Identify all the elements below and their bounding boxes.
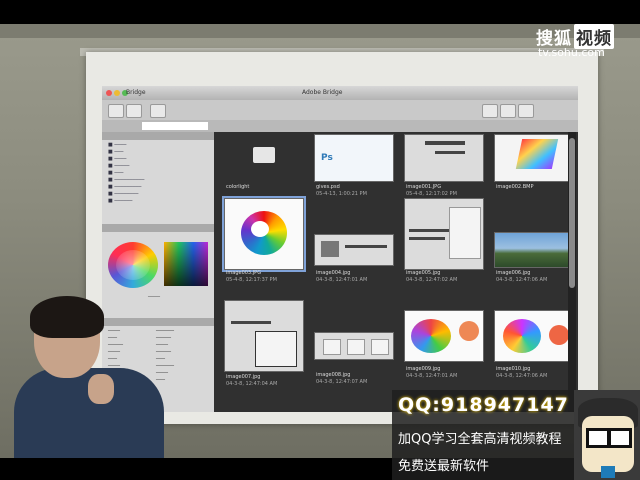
- metadata-row: ──────: [108, 356, 166, 362]
- thumbnail-image: [494, 310, 574, 362]
- sohu-url: tv.sohu.com: [538, 46, 605, 59]
- thumbnail[interactable]: image010.jpg 04-3-8, 12:47:06 AM: [490, 310, 576, 380]
- thumbnail-date: 04-3-8, 12:47:06 AM: [496, 373, 548, 379]
- thumbnail-image: [224, 300, 304, 372]
- presenter-hand: [88, 374, 114, 404]
- thumbnail-image: [494, 134, 574, 182]
- mascot-glasses-right: [608, 428, 632, 448]
- thumbnail[interactable]: image003.JPG 05-4-8, 12:17:37 PM: [220, 196, 306, 283]
- adobe-bridge-window: Bridge Adobe Bridge ■ ──── ■ ─── ■ ──── …: [102, 86, 578, 412]
- favorites-item[interactable]: ■ ──────────: [108, 177, 208, 184]
- metadata-row: ──── ──────: [108, 328, 175, 334]
- content-scrollbar[interactable]: [568, 132, 576, 412]
- thumbnail[interactable]: image006.jpg 04-3-8, 12:47:06 AM: [490, 226, 576, 296]
- thumbnail-image: [404, 134, 484, 182]
- favorites-item[interactable]: ■ ──────: [108, 198, 208, 205]
- thumbnail-date: 05-4-13, 1:00:21 PM: [316, 191, 367, 197]
- thumbnail-date: 05-4-8, 12:17:37 PM: [226, 277, 277, 283]
- path-bar: [102, 120, 578, 132]
- app-menu[interactable]: Bridge: [126, 86, 146, 100]
- letterbox-top: [0, 0, 640, 24]
- delete-button[interactable]: [518, 104, 534, 118]
- metadata-row: ─────────: [108, 349, 172, 355]
- favorites-list: ■ ──── ■ ─── ■ ──── ■ ───── ■ ─── ■ ────…: [108, 142, 208, 205]
- mascot-glasses-left: [586, 428, 610, 448]
- thumbnail-name: image004.jpg: [316, 270, 351, 276]
- thumbnail[interactable]: Ps gives.psd 05-4-13, 1:00:21 PM: [310, 134, 396, 204]
- thumbnail-date: 04-3-8, 12:47:04 AM: [226, 381, 278, 387]
- ad-line-1: 加QQ学习全套高清视频教程: [398, 432, 562, 447]
- color-picker-preview: [164, 242, 208, 286]
- thumbnail-date: 05-4-8, 12:17:02 PM: [406, 191, 457, 197]
- window-title: Adobe Bridge: [302, 89, 343, 96]
- thumbnail[interactable]: image005.jpg 04-3-8, 12:47:02 AM: [400, 198, 486, 283]
- thumbnail-image: [314, 332, 394, 360]
- favorites-item[interactable]: ■ ────: [108, 142, 208, 149]
- thumbnail[interactable]: image002.BMP: [490, 134, 576, 204]
- thumbnail-name: image002.BMP: [496, 184, 534, 190]
- folder-icon: [224, 134, 304, 182]
- color-wheel-preview: [108, 242, 158, 288]
- thumbnail-name: image008.jpg: [316, 372, 351, 378]
- thumbnail-name: image005.jpg: [406, 270, 441, 276]
- thumbnail[interactable]: image007.jpg 04-3-8, 12:47:04 AM: [220, 300, 306, 387]
- thumbnail-name: image007.jpg: [226, 374, 261, 380]
- favorites-item[interactable]: ■ ────: [108, 156, 208, 163]
- thumbnail-name: image010.jpg: [496, 366, 531, 372]
- forward-button[interactable]: [126, 104, 142, 118]
- favorites-item[interactable]: ■ ───: [108, 170, 208, 177]
- thumbnail-image: [404, 198, 484, 270]
- thumbnail-date: 04-3-8, 12:47:07 AM: [316, 379, 368, 385]
- presenter-hair: [30, 296, 104, 338]
- close-icon[interactable]: [106, 90, 112, 96]
- thumbnail-image: Ps: [314, 134, 394, 182]
- thumbnail-name: image003.JPG: [226, 270, 262, 276]
- mascot-tie: [601, 466, 615, 478]
- thumbnail-image: [222, 196, 306, 272]
- rotate-left-button[interactable]: [482, 104, 498, 118]
- favorites-item[interactable]: ■ ─────────: [108, 184, 208, 191]
- thumbnail-image: [314, 234, 394, 266]
- thumbnail-name: image006.jpg: [496, 270, 531, 276]
- back-button[interactable]: [108, 104, 124, 118]
- path-input[interactable]: [142, 122, 208, 130]
- ad-qq-number: QQ:918947147: [398, 394, 569, 416]
- preview-caption: ────: [148, 294, 161, 300]
- rotate-right-button[interactable]: [500, 104, 516, 118]
- thumbnail-name: image001.JPG: [406, 184, 442, 190]
- thumbnail-date: 04-3-8, 12:47:02 AM: [406, 277, 458, 283]
- titlebar: Bridge Adobe Bridge: [102, 86, 578, 100]
- preview-header: [102, 224, 217, 232]
- thumbnail-image: [494, 232, 574, 268]
- thumbnail-date: 04-3-8, 12:47:01 AM: [406, 373, 458, 379]
- ad-line-2: 免费送最新软件: [398, 459, 490, 474]
- favorites-header: [102, 132, 217, 140]
- folder-button[interactable]: [150, 104, 166, 118]
- favorites-item[interactable]: ■ ───: [108, 149, 208, 156]
- thumbnail-date: 04-3-8, 12:47:01 AM: [316, 277, 368, 283]
- thumbnail-name: colorlight: [226, 184, 250, 190]
- thumbnail-image: [404, 310, 484, 362]
- scroll-thumb[interactable]: [569, 138, 575, 288]
- metadata-row: ─────────: [108, 342, 169, 348]
- content-grid: colorlight Ps gives.psd 05-4-13, 1:00:21…: [214, 132, 578, 412]
- metadata-header: [102, 318, 217, 326]
- thumbnail[interactable]: image004.jpg 04-3-8, 12:47:01 AM: [310, 226, 396, 296]
- toolbar: [102, 100, 578, 121]
- favorites-item[interactable]: ■ ─────: [108, 163, 208, 170]
- minimize-icon[interactable]: [114, 90, 120, 96]
- metadata-row: ─── ─────: [108, 335, 172, 341]
- thumbnail-date: 04-3-8, 12:47:06 AM: [496, 277, 548, 283]
- thumbnail[interactable]: image009.jpg 04-3-8, 12:47:01 AM: [400, 310, 486, 380]
- thumbnail-name: gives.psd: [316, 184, 340, 190]
- thumbnail-name: image009.jpg: [406, 366, 441, 372]
- thumbnail[interactable]: colorlight: [220, 134, 306, 204]
- thumbnail[interactable]: image008.jpg 04-3-8, 12:47:07 AM: [310, 332, 396, 402]
- favorites-item[interactable]: ■ ────────: [108, 191, 208, 198]
- thumbnail[interactable]: image001.JPG 05-4-8, 12:17:02 PM: [400, 134, 486, 204]
